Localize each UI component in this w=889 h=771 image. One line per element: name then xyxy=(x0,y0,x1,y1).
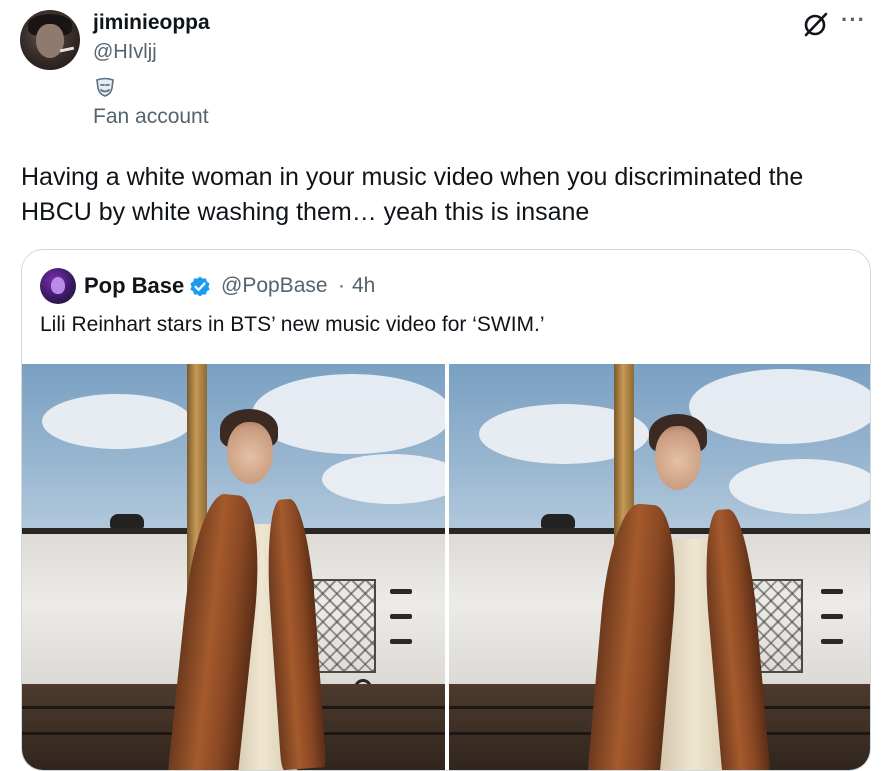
theater-masks-icon xyxy=(96,77,114,97)
quoted-author-name[interactable]: Pop Base xyxy=(84,273,184,299)
affiliation-label: Fan account xyxy=(93,105,209,128)
image-net xyxy=(312,579,376,673)
media-image-left[interactable] xyxy=(22,364,445,770)
more-options-icon[interactable]: ··· xyxy=(841,7,866,33)
image-person-head xyxy=(227,422,273,484)
quoted-timestamp[interactable]: 4h xyxy=(352,274,375,298)
image-vent xyxy=(390,639,412,644)
verified-badge-icon xyxy=(190,276,210,297)
image-vent xyxy=(390,614,412,619)
image-cloud xyxy=(729,459,870,514)
author-handle[interactable]: @HIvljj xyxy=(93,41,157,64)
quoted-separator: · xyxy=(338,274,345,297)
image-vent xyxy=(821,589,843,594)
author-avatar[interactable] xyxy=(20,10,80,70)
media-image-right[interactable] xyxy=(449,364,870,770)
quoted-author-handle[interactable]: @PopBase xyxy=(221,274,328,298)
grok-icon[interactable] xyxy=(802,10,830,38)
image-bollard xyxy=(541,514,575,528)
image-cloud xyxy=(42,394,192,449)
quoted-post-card[interactable]: Pop Base @PopBase · 4h Lili Reinhart sta… xyxy=(21,249,871,771)
image-vent xyxy=(821,614,843,619)
avatar-face xyxy=(36,24,64,58)
quoted-author-avatar[interactable] xyxy=(40,268,76,304)
image-cloud xyxy=(689,369,870,444)
image-vent xyxy=(821,639,843,644)
image-cloud xyxy=(252,374,445,454)
quoted-post-text: Lili Reinhart stars in BTS’ new music vi… xyxy=(40,313,545,336)
image-person-head xyxy=(655,426,701,490)
image-vent xyxy=(390,589,412,594)
post-text: Having a white woman in your music video… xyxy=(21,163,804,226)
image-bollard xyxy=(110,514,144,528)
author-name[interactable]: jiminieoppa xyxy=(93,11,210,35)
